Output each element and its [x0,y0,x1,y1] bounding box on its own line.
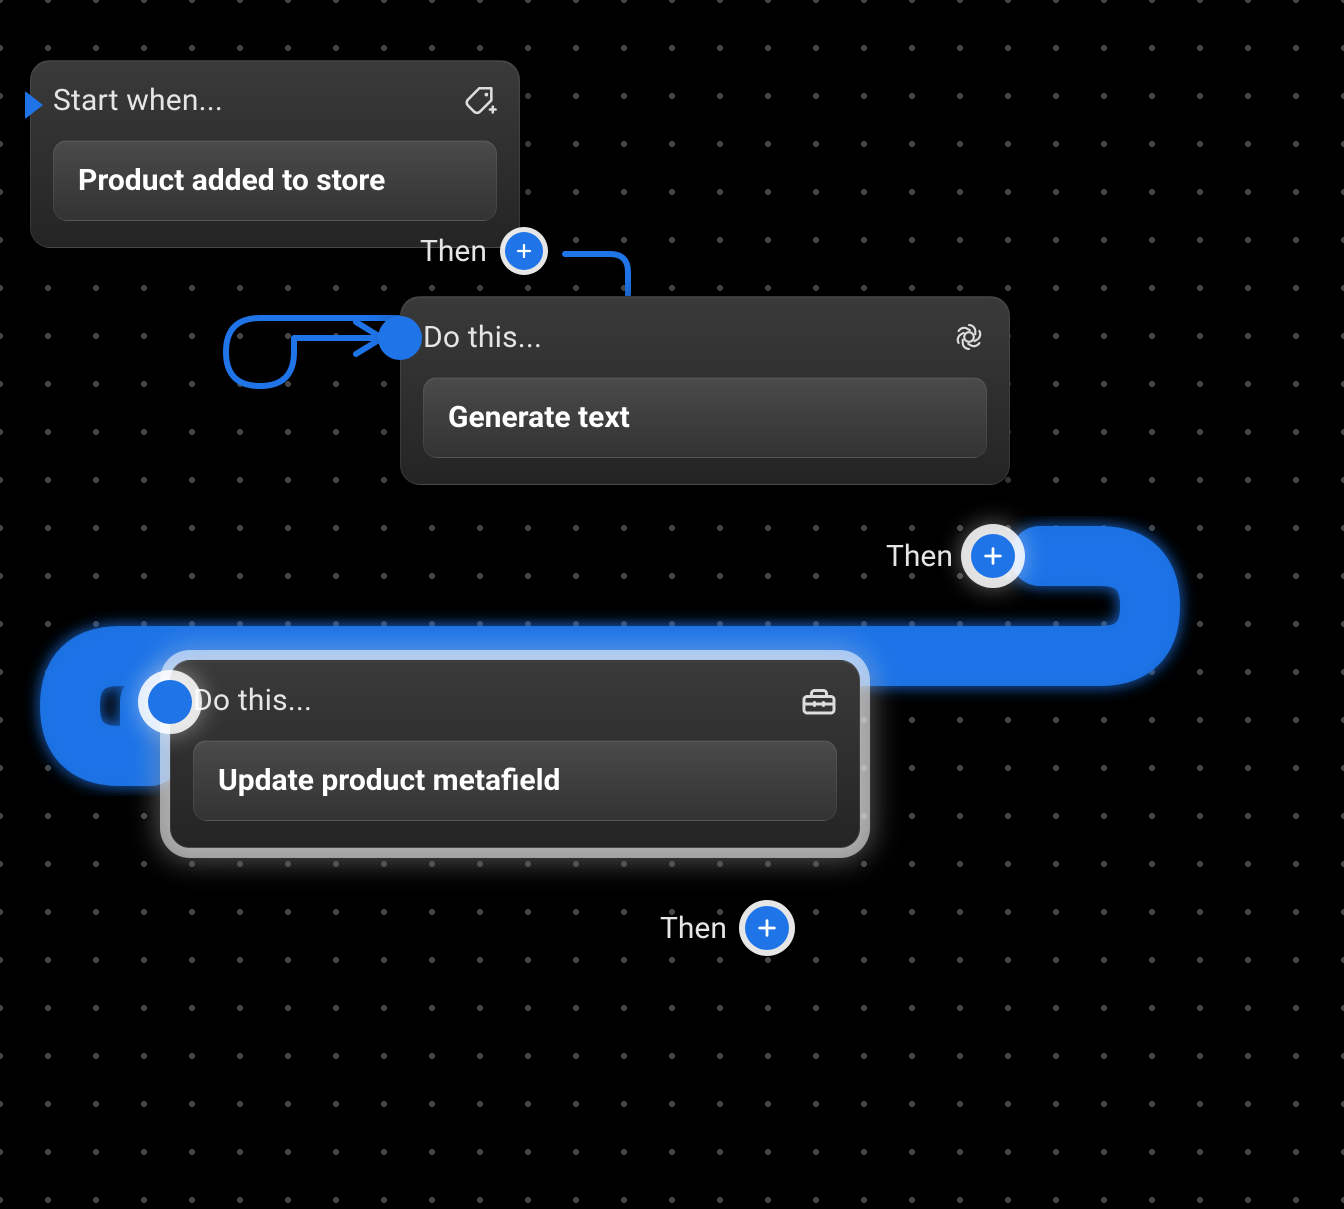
flow-start-indicator-icon [25,91,43,119]
then-connector-1: Then [886,534,1015,578]
trigger-card[interactable]: Start when... Product added to store [30,60,520,248]
action-card-generate-text[interactable]: Do this... Generate text [400,296,1010,485]
then-connector-2: Then [660,906,789,950]
action-body[interactable]: Generate text [423,377,987,458]
action-body[interactable]: Update product metafield [193,740,837,821]
toolbox-icon [801,685,837,717]
tag-plus-icon [463,84,497,118]
action-card-update-metafield[interactable]: Do this... Update product metafield [170,660,860,848]
then-connector-0: Then [420,232,543,270]
then-label: Then [886,539,953,574]
flow-entry-dot [148,680,192,724]
trigger-body-label: Product added to store [78,163,472,198]
card-header-label: Start when... [53,83,223,118]
action-body-label: Update product metafield [218,763,812,798]
then-label: Then [420,234,487,269]
then-label: Then [660,911,727,946]
add-step-button[interactable] [505,232,543,270]
trigger-body[interactable]: Product added to store [53,140,497,221]
openai-icon [951,319,987,355]
add-step-button[interactable] [971,534,1015,578]
action-body-label: Generate text [448,400,962,435]
add-step-button[interactable] [745,906,789,950]
card-header-label: Do this... [423,320,542,355]
flow-entry-dot [378,316,422,360]
card-header-label: Do this... [193,683,312,718]
